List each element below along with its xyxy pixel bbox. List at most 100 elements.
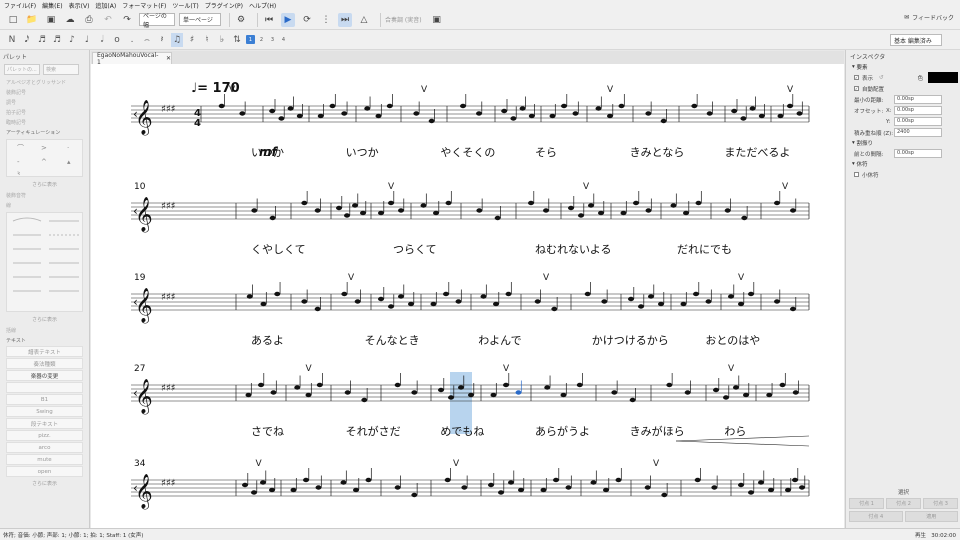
min-distance-input[interactable]: 0.00sp bbox=[894, 95, 942, 104]
palette-grace-notes[interactable]: 装飾音符 bbox=[0, 190, 89, 200]
menu-file[interactable]: ファイル(F) bbox=[4, 1, 36, 10]
flip-direction-icon[interactable]: ⇅ bbox=[231, 33, 243, 47]
color-swatch[interactable] bbox=[928, 72, 958, 83]
element-section-header[interactable]: ▾ 要素 bbox=[846, 62, 960, 72]
palette-playing-technique[interactable]: 奏法種類 bbox=[6, 358, 83, 369]
leading-space-input[interactable]: 0.00sp bbox=[894, 149, 942, 158]
play-repeats-icon[interactable]: ⏭ bbox=[338, 12, 352, 27]
print-icon[interactable]: ⎙ bbox=[82, 13, 96, 27]
segment-section-header[interactable]: ▾ 割振り bbox=[846, 138, 960, 148]
dot-2-button[interactable]: 付点 2 bbox=[886, 498, 921, 509]
save-icon[interactable]: ▣ bbox=[44, 13, 58, 27]
tuplet-icon[interactable]: ♫ bbox=[171, 32, 183, 47]
menu-plugins[interactable]: プラグイン(P) bbox=[205, 1, 243, 10]
voice-4-button[interactable]: 4 bbox=[279, 35, 288, 44]
augmentation-dot-icon[interactable]: . bbox=[126, 33, 138, 47]
offset-y-input[interactable]: 0.00sp bbox=[894, 117, 942, 126]
metronome-icon[interactable]: △ bbox=[357, 13, 371, 27]
note-head bbox=[648, 294, 654, 299]
lines-grid[interactable] bbox=[6, 212, 83, 312]
palette-arco[interactable]: arco bbox=[6, 442, 83, 453]
sixty-fourth-note-icon[interactable]: 𝅘𝅥𝅯 bbox=[21, 33, 33, 47]
menu-edit[interactable]: 編集(E) bbox=[42, 1, 62, 10]
palette-more-link[interactable]: さらに表示 bbox=[0, 179, 89, 190]
palette-time-signatures[interactable]: 拍子記号 bbox=[0, 107, 89, 117]
palette-arpeggio[interactable]: アルペジオとグリッサンド bbox=[0, 77, 89, 87]
undo-icon[interactable]: ↶ bbox=[101, 13, 115, 27]
half-note-icon[interactable]: 𝅗𝅥 bbox=[96, 33, 108, 47]
palette-brackets[interactable]: 括線 bbox=[0, 325, 89, 335]
visible-checkbox[interactable]: ✓ bbox=[854, 75, 859, 80]
palette-pizz[interactable]: pizz. bbox=[6, 430, 83, 441]
palette-ornaments[interactable]: 装飾記号 bbox=[0, 87, 89, 97]
voice-3-button[interactable]: 3 bbox=[268, 35, 277, 44]
menu-add[interactable]: 追加(A) bbox=[95, 1, 116, 10]
palette-key-signatures[interactable]: 調号 bbox=[0, 97, 89, 107]
open-folder-icon[interactable]: 📁 bbox=[25, 13, 39, 27]
dot-3-button[interactable]: 付点 3 bbox=[923, 498, 958, 509]
dot-4-button[interactable]: 付点 4 bbox=[849, 511, 903, 522]
rest-section-header[interactable]: ▾ 休符 bbox=[846, 159, 960, 169]
palette-mute[interactable]: mute bbox=[6, 454, 83, 465]
eighth-note-icon[interactable]: ♪ bbox=[66, 33, 78, 47]
tie-icon[interactable]: ⌢ bbox=[141, 33, 153, 47]
redo-icon[interactable]: ↷ bbox=[120, 13, 134, 27]
voice-2-button[interactable]: 2 bbox=[257, 35, 266, 44]
note-head bbox=[724, 208, 731, 213]
close-icon[interactable]: ✕ bbox=[166, 55, 171, 62]
concert-pitch-toggle[interactable]: 合奏調 (実音) bbox=[385, 15, 422, 24]
auto-place-checkbox[interactable]: ✓ bbox=[854, 86, 859, 91]
palette-more-link[interactable]: さらに表示 bbox=[0, 478, 89, 489]
rest-icon[interactable]: 𝄽 bbox=[156, 33, 168, 47]
palette-open[interactable]: open bbox=[6, 466, 83, 477]
score-canvas[interactable]: 𝄞 ‹ ♯♯♯ V V V V いつか いつか やくそくの そら きみとなら まただべるよ 𝄞 ‹ ♯♯♯ V V… bbox=[91, 64, 844, 528]
cloud-upload-icon[interactable]: ☁ bbox=[63, 13, 77, 27]
menu-help[interactable]: ヘルプ(H) bbox=[249, 1, 276, 10]
voice-1-button[interactable]: 1 bbox=[246, 35, 255, 44]
page-view-select[interactable]: 単一ページ bbox=[179, 13, 221, 26]
loop-icon[interactable]: ⟳ bbox=[300, 13, 314, 27]
reset-icon[interactable]: ↺ bbox=[879, 75, 884, 81]
palette-instrument-change[interactable]: 楽器の変更 bbox=[6, 370, 83, 381]
small-rest-checkbox[interactable] bbox=[854, 172, 859, 177]
sharp-icon[interactable]: ♯ bbox=[186, 33, 198, 47]
flat-icon[interactable]: ♭ bbox=[216, 33, 228, 47]
apply-button[interactable]: 適用 bbox=[904, 511, 958, 522]
menu-view[interactable]: 表示(V) bbox=[69, 1, 90, 10]
palette-more-link[interactable]: さらに表示 bbox=[0, 314, 89, 325]
menu-format[interactable]: フォーマット(F) bbox=[122, 1, 166, 10]
note-input-icon[interactable]: ⚙ bbox=[234, 13, 248, 27]
articulation-grid[interactable]: ⌒ > · - ^ ▴ ꝛ bbox=[6, 139, 83, 177]
quarter-note-icon[interactable]: ♩ bbox=[81, 33, 93, 47]
palette-text-section[interactable]: テキスト bbox=[0, 335, 89, 345]
whole-note-icon[interactable]: o bbox=[111, 33, 123, 47]
document-tab[interactable]: EgaoNoMahouVocal-1 ✕ bbox=[92, 52, 172, 66]
palette-search-input[interactable]: 検索 bbox=[43, 64, 79, 75]
workspace-select[interactable]: 基本 編集済み bbox=[890, 34, 942, 46]
palette-swing[interactable]: Swing bbox=[6, 406, 83, 417]
view-mode-select[interactable]: ページの幅 bbox=[139, 13, 175, 29]
metronome-count-icon[interactable]: ⋮ bbox=[319, 13, 333, 27]
thirty-second-note-icon[interactable]: ♬ bbox=[36, 33, 48, 47]
feedback-button[interactable]: ✉ フィードバック bbox=[904, 13, 954, 22]
image-capture-icon[interactable]: ▣ bbox=[430, 13, 444, 27]
palette-more-button[interactable]: パレットの... bbox=[4, 64, 40, 75]
palette-system-text[interactable]: 段テキスト bbox=[6, 418, 83, 429]
rewind-icon[interactable]: ⏮ bbox=[262, 13, 276, 27]
stacking-input[interactable]: 2400 bbox=[894, 128, 942, 137]
palette-accidentals[interactable]: 臨時記号 bbox=[0, 117, 89, 127]
palette-rehearsal-mark[interactable]: B1 bbox=[6, 394, 83, 405]
menu-tools[interactable]: ツール(T) bbox=[172, 1, 198, 10]
note-input-mode-icon[interactable]: N bbox=[6, 33, 18, 47]
offset-x-input[interactable]: 0.00sp bbox=[894, 106, 942, 115]
palette-articulations[interactable]: アーティキュレーション bbox=[0, 127, 89, 137]
dot-1-button[interactable]: 付点 1 bbox=[849, 498, 884, 509]
natural-icon[interactable]: ♮ bbox=[201, 33, 213, 47]
sixteenth-note-icon[interactable]: ♬ bbox=[51, 33, 63, 47]
play-icon[interactable]: ▶ bbox=[281, 12, 295, 27]
score-svg[interactable]: 𝄞‹ ♯♯♯V V V Vいつか いつか やくそくの そら きみとなら まただべるよ𝄞‹ ♯♯♯V V… bbox=[91, 64, 844, 528]
palette-staff-text[interactable]: 譜表テキスト bbox=[6, 346, 83, 357]
palette-text-blank[interactable] bbox=[6, 382, 83, 393]
palette-lines[interactable]: 線 bbox=[0, 200, 89, 210]
new-file-icon[interactable]: □ bbox=[6, 13, 20, 27]
